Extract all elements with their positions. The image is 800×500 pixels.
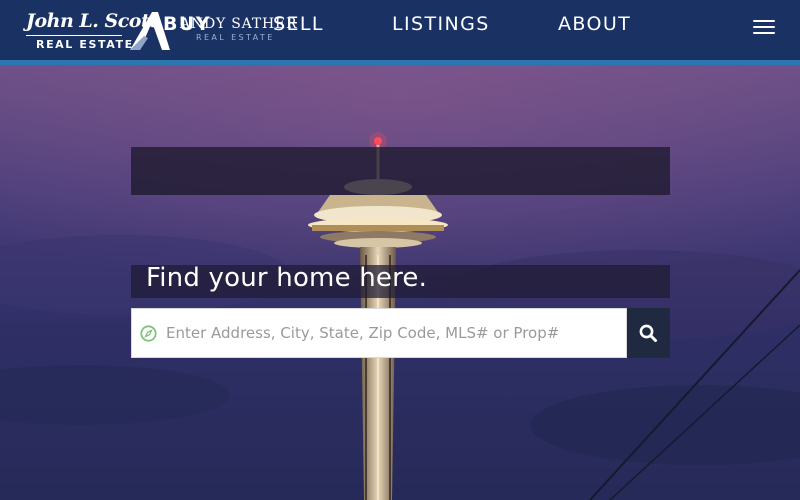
tab-buy[interactable]: BUY — [163, 0, 211, 48]
john-l-scott-logo[interactable]: John L. Scott REAL ESTATE — [26, 10, 158, 54]
logo-rule — [26, 35, 122, 36]
logo-primary-subtext: REAL ESTATE — [36, 38, 134, 51]
tab-listings[interactable]: LISTINGS — [392, 0, 490, 48]
tab-sell[interactable]: SELL — [273, 0, 324, 48]
tab-about[interactable]: ABOUT — [558, 0, 631, 48]
logo-primary-text: John L. Scott — [26, 10, 158, 32]
hero-heading: Find your home here. — [146, 263, 428, 293]
search-button[interactable] — [627, 308, 670, 358]
hamburger-menu-icon[interactable] — [750, 16, 778, 38]
search-type-tabs — [131, 147, 670, 195]
search-input[interactable] — [166, 317, 616, 349]
search-icon — [639, 324, 657, 342]
search-bar — [131, 308, 627, 358]
compass-icon — [140, 325, 157, 342]
